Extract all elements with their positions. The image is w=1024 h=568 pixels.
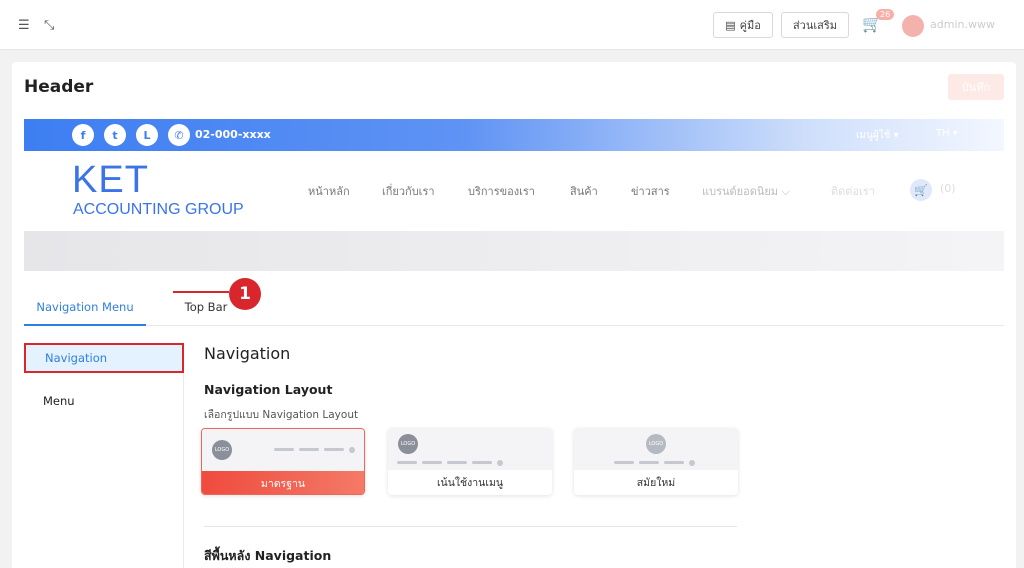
dash [397, 461, 417, 464]
section-title: Navigation [204, 344, 291, 363]
tab-navigation-menu[interactable]: Navigation Menu [24, 300, 146, 326]
logo-placeholder: LOGO [398, 434, 418, 454]
dash [324, 448, 344, 451]
preview-menu-item: หน้าหลัก [308, 185, 350, 198]
layout-label: เน้นใช้งานเมนู [388, 470, 552, 495]
layout-helper: เลือกรูปแบบ Navigation Layout [204, 409, 359, 421]
avatar[interactable] [902, 15, 924, 37]
line-icon: L [136, 124, 158, 146]
preview-menu-item: บริการของเรา [468, 185, 535, 198]
cart-badge: 26 [876, 9, 895, 20]
admin-name[interactable]: admin.www [930, 18, 995, 31]
dash [614, 461, 634, 464]
preview-banner [24, 231, 1004, 271]
layout-preview: LOGO [202, 429, 364, 471]
layout-option-menu-focus[interactable]: LOGO เน้นใช้งานเมนู [388, 428, 552, 495]
preview-phone: 02-000-xxxx [195, 128, 271, 141]
callout-badge: 1 [229, 278, 261, 310]
preview-cart-count: (0) [940, 182, 956, 195]
main-card: Header บันทึก f t L ✆ 02-000-xxxx เมนูผู… [12, 62, 1016, 568]
page-title: Header [24, 77, 94, 97]
logo-placeholder: LOGO [212, 440, 232, 460]
dash [299, 448, 319, 451]
manual-button[interactable]: ▤ คู่มือ [713, 12, 773, 38]
preview-menu-item: แบรนด์ยอดนิยม ⌵ [702, 185, 790, 198]
side-menu: Navigation Menu [24, 342, 184, 568]
layout-title: Navigation Layout [204, 382, 333, 397]
logo-sub: ACCOUNTING GROUP [73, 201, 244, 218]
layout-preview: LOGO [388, 428, 552, 470]
save-button[interactable]: บันทึก [948, 74, 1004, 100]
bg-color-title: สีพื้นหลัง Navigation [204, 548, 332, 563]
dot [689, 460, 695, 466]
dash [472, 461, 492, 464]
twitter-icon: t [104, 124, 126, 146]
preview-menu-item: ข่าวสาร [631, 185, 670, 198]
layout-option-standard[interactable]: LOGO มาตรฐาน [201, 428, 365, 495]
layout-option-modern[interactable]: LOGO สมัยใหม่ [574, 428, 738, 495]
dash [447, 461, 467, 464]
preview-cart-icon: 🛒 [910, 179, 932, 201]
dot [497, 460, 503, 466]
manual-label: คู่มือ [739, 19, 761, 32]
preview-menu-item: เกี่ยวกับเรา [382, 185, 435, 198]
layout-preview: LOGO [574, 428, 738, 470]
preview-menu-item: ติดต่อเรา [831, 185, 875, 198]
divider [204, 526, 737, 527]
dash [639, 461, 659, 464]
layout-label: มาตรฐาน [202, 471, 364, 494]
callout-line [173, 291, 229, 293]
layout-label: สมัยใหม่ [574, 470, 738, 495]
menu-collapse-icon[interactable]: ☰ [18, 18, 30, 33]
app-topbar: ☰ ⤡ ▤ คู่มือ ส่วนเสริม 🛒 26 admin.www [0, 0, 1024, 50]
logo-main: KET [72, 159, 149, 201]
tab-top-bar[interactable]: Top Bar [174, 300, 238, 326]
dash [274, 448, 294, 451]
dash [664, 461, 684, 464]
addons-button[interactable]: ส่วนเสริม [781, 12, 849, 38]
dash [422, 461, 442, 464]
preview-lang: TH ▾ [936, 128, 958, 139]
header-preview: f t L ✆ 02-000-xxxx เมนูผู้ใช้ ▾ TH ▾ KE… [24, 119, 1004, 271]
addons-label: ส่วนเสริม [792, 19, 838, 32]
preview-menu-item: สินค้า [570, 185, 598, 198]
logo-placeholder: LOGO [646, 434, 666, 454]
phone-icon: ✆ [168, 124, 190, 146]
tab-bar: Navigation Menu Top Bar [24, 298, 1004, 326]
side-item-menu[interactable]: Menu [24, 386, 184, 416]
preview-user-menu: เมนูผู้ใช้ ▾ [856, 130, 899, 141]
facebook-icon: f [72, 124, 94, 146]
fullscreen-icon[interactable]: ⤡ [44, 18, 54, 33]
side-item-navigation[interactable]: Navigation [24, 343, 184, 373]
book-icon: ▤ [725, 18, 736, 32]
dot [349, 447, 355, 453]
preview-nav: KET ACCOUNTING GROUP หน้าหลัก เกี่ยวกับเ… [24, 151, 1004, 231]
preview-topbar: f t L ✆ 02-000-xxxx เมนูผู้ใช้ ▾ TH ▾ [24, 119, 1004, 151]
